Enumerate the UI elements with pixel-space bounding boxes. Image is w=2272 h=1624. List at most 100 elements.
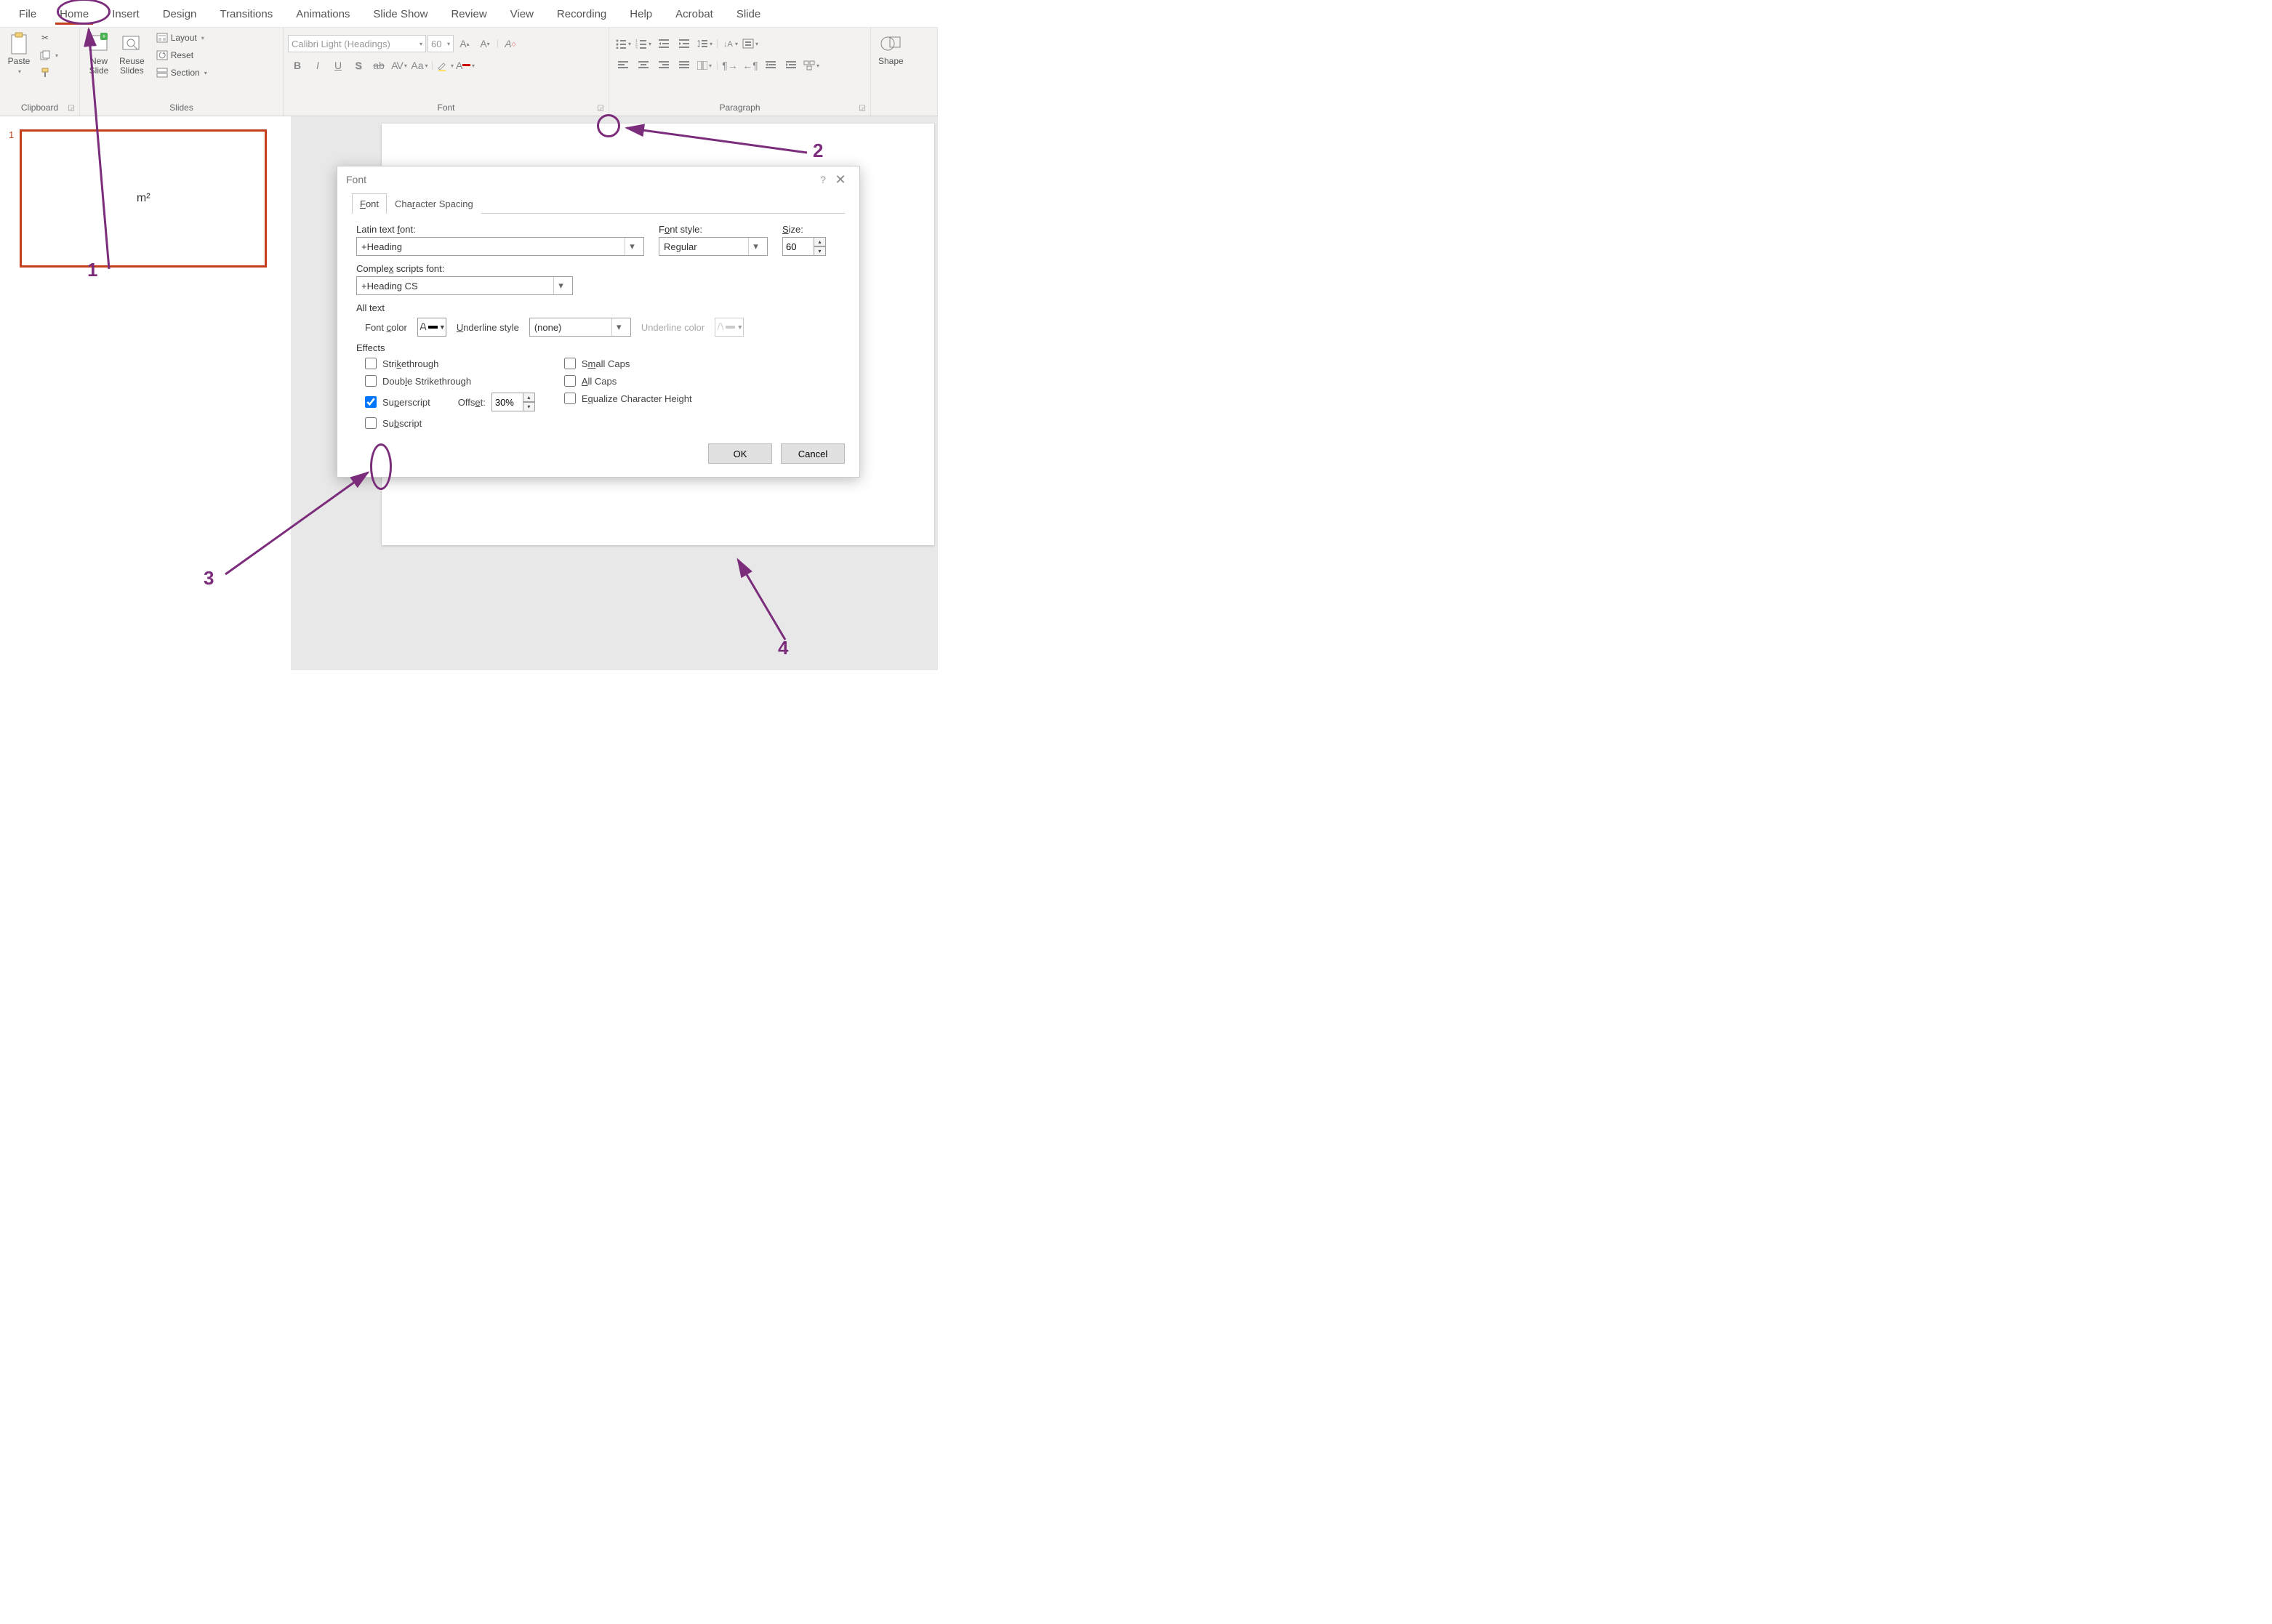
tab-acrobat[interactable]: Acrobat (664, 2, 725, 25)
columns-button[interactable]: ▾ (695, 57, 714, 74)
size-down[interactable]: ▾ (814, 246, 826, 256)
shadow-button[interactable]: S (349, 57, 368, 74)
svg-text:3: 3 (635, 47, 638, 49)
double-strike-checkbox[interactable]: Double Strikethrough (365, 375, 535, 387)
cut-button[interactable]: ✂ (36, 31, 61, 45)
bullets-button[interactable]: ▾ (614, 35, 633, 52)
shapes-button[interactable]: Shape (875, 31, 907, 68)
tab-recording[interactable]: Recording (545, 2, 618, 25)
clear-formatting-button[interactable]: A◇ (501, 35, 520, 52)
equalize-checkbox[interactable]: Equalize Character Height (564, 393, 692, 404)
latin-font-combo[interactable]: +Heading▾ (356, 237, 644, 256)
complex-font-combo[interactable]: +Heading CS▾ (356, 276, 573, 295)
underline-button[interactable]: U (329, 57, 348, 74)
tab-view[interactable]: View (499, 2, 545, 25)
format-painter-button[interactable] (36, 65, 61, 80)
close-button[interactable]: ✕ (830, 172, 851, 188)
decrease-indent-button[interactable] (654, 35, 673, 52)
group-font-label: Font (288, 101, 604, 114)
layout-icon (156, 32, 168, 44)
tab-review[interactable]: Review (439, 2, 498, 25)
font-size-label: Size: (782, 224, 840, 235)
smartart-button[interactable]: ▾ (802, 57, 821, 74)
offset-input[interactable] (491, 393, 523, 411)
font-style-combo[interactable]: Regular▾ (659, 237, 768, 256)
increase-font-button[interactable]: A▴ (455, 35, 474, 52)
font-launcher[interactable]: ◲ (595, 102, 606, 113)
justify-button[interactable] (675, 57, 694, 74)
align-text-button[interactable]: ▾ (741, 35, 760, 52)
superscript-checkbox[interactable]: Superscript (365, 396, 430, 408)
effects-section: Effects (356, 342, 840, 353)
dialog-tab-font[interactable]: Font (352, 193, 387, 214)
change-case-button[interactable]: Aa▾ (410, 57, 429, 74)
slide-thumbnails: 1 m² (0, 116, 291, 670)
clipboard-launcher[interactable]: ◲ (66, 102, 76, 113)
subscript-checkbox[interactable]: Subscript (365, 417, 535, 429)
strikethrough-button[interactable]: ab (369, 57, 388, 74)
tab-transitions[interactable]: Transitions (208, 2, 284, 25)
line-spacing-button[interactable]: ▾ (695, 35, 714, 52)
increase-list-button[interactable] (782, 57, 800, 74)
copy-button[interactable]: ▾ (36, 48, 61, 63)
underline-style-label: Underline style (457, 322, 519, 333)
increase-indent-button[interactable] (675, 35, 694, 52)
reset-button[interactable]: Reset (153, 48, 210, 63)
font-size-input[interactable] (782, 237, 814, 256)
decrease-list-button[interactable] (761, 57, 780, 74)
char-spacing-button[interactable]: AV▾ (390, 57, 409, 74)
help-button[interactable]: ? (816, 174, 830, 185)
numbering-button[interactable]: 123▾ (634, 35, 653, 52)
offset-spinner[interactable]: ▴▾ (491, 393, 535, 411)
highlight-button[interactable]: ▾ (435, 57, 454, 74)
ribbon-tabs: File Home Insert Design Transitions Anim… (0, 0, 938, 28)
tab-slide[interactable]: Slide (725, 2, 772, 25)
allcaps-checkbox[interactable]: All Caps (564, 375, 692, 387)
font-size-combo[interactable]: 60▾ (427, 35, 454, 52)
reuse-slides-icon (120, 32, 143, 55)
ribbon: Paste▾ ✂ ▾ Clipboard ◲ + New Slide Reuse… (0, 28, 938, 116)
slide-thumbnail-1[interactable]: m² (20, 129, 267, 268)
group-clipboard-label: Clipboard (4, 101, 75, 114)
font-size-spinner[interactable]: ▴▾ (782, 237, 840, 256)
layout-button[interactable]: Layout▾ (153, 31, 210, 45)
paste-button[interactable]: Paste▾ (4, 31, 33, 77)
tab-slideshow[interactable]: Slide Show (361, 2, 439, 25)
underline-style-combo[interactable]: (none)▾ (529, 318, 631, 337)
new-slide-button[interactable]: + New Slide (84, 31, 113, 77)
tab-help[interactable]: Help (618, 2, 664, 25)
align-left-button[interactable] (614, 57, 633, 74)
font-name-combo[interactable]: Calibri Light (Headings)▾ (288, 35, 426, 52)
brush-icon (39, 67, 51, 79)
font-color-picker[interactable]: ▼ (417, 318, 446, 337)
align-center-button[interactable] (634, 57, 653, 74)
reuse-slides-button[interactable]: Reuse Slides (116, 31, 148, 77)
bold-button[interactable]: B (288, 57, 307, 74)
cancel-button[interactable]: Cancel (781, 443, 845, 464)
offset-down[interactable]: ▾ (523, 402, 535, 411)
align-right-button[interactable] (654, 57, 673, 74)
tab-file[interactable]: File (7, 2, 48, 25)
dialog-tab-spacing[interactable]: Character Spacing (387, 193, 481, 214)
tab-insert[interactable]: Insert (100, 2, 151, 25)
underline-color-picker[interactable]: ▼ (715, 318, 744, 337)
italic-button[interactable]: I (308, 57, 327, 74)
new-slide-label: New Slide (89, 57, 109, 76)
smallcaps-checkbox[interactable]: Small Caps (564, 358, 692, 369)
ok-button[interactable]: OK (708, 443, 772, 464)
text-direction-button[interactable]: ↓A▾ (720, 35, 739, 52)
tab-design[interactable]: Design (151, 2, 209, 25)
tab-animations[interactable]: Animations (284, 2, 361, 25)
section-button[interactable]: Section▾ (153, 65, 210, 80)
tab-home[interactable]: Home (48, 2, 100, 25)
strikethrough-checkbox[interactable]: Strikethrough (365, 358, 535, 369)
clipboard-icon (7, 32, 31, 55)
ltr-button[interactable]: ¶→ (720, 57, 739, 74)
rtl-button[interactable]: ←¶ (741, 57, 760, 74)
decrease-font-button[interactable]: A▾ (475, 35, 494, 52)
offset-up[interactable]: ▴ (523, 393, 535, 402)
paragraph-launcher[interactable]: ◲ (857, 102, 867, 113)
dialog-title: Font (346, 174, 366, 185)
size-up[interactable]: ▴ (814, 237, 826, 246)
font-color-button[interactable]: A▾ (456, 57, 475, 74)
